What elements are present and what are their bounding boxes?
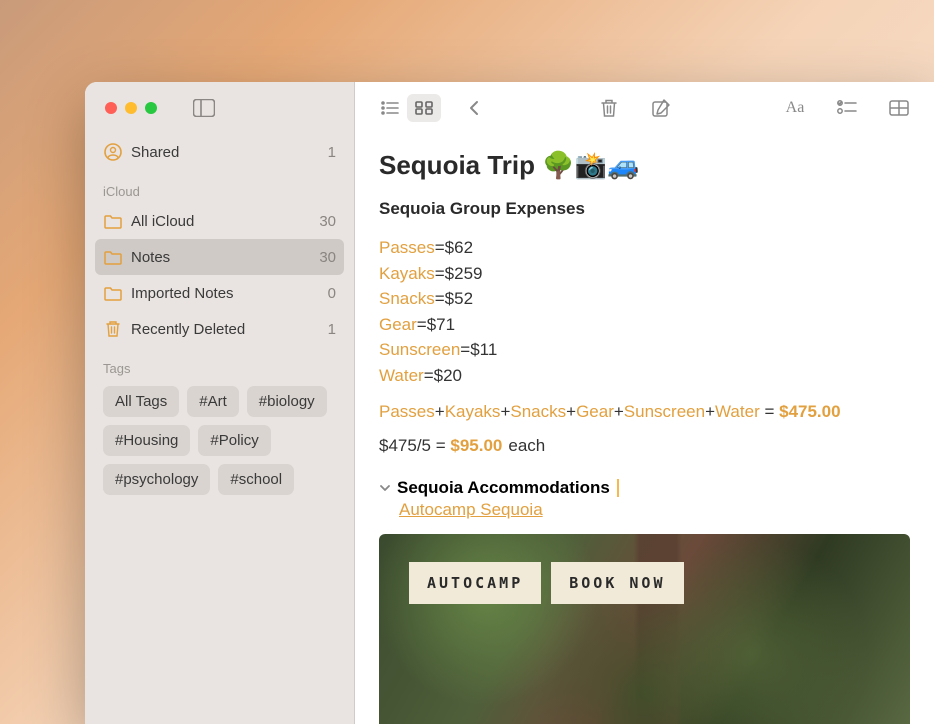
- expense-row: Snacks=$52: [379, 286, 910, 312]
- sidebar-item-shared[interactable]: Shared 1: [95, 134, 344, 170]
- sidebar-item-label: Imported Notes: [131, 285, 234, 302]
- tag-biology[interactable]: #biology: [247, 386, 327, 417]
- sidebar-item-notes[interactable]: Notes 30: [95, 239, 344, 275]
- close-button[interactable]: [105, 102, 117, 114]
- expense-row: Kayaks=$259: [379, 261, 910, 287]
- sidebar-item-count: 1: [328, 144, 336, 161]
- sidebar-item-imported-notes[interactable]: Imported Notes 0: [95, 275, 344, 311]
- note-subtitle: Sequoia Group Expenses: [379, 199, 910, 219]
- preview-book-now[interactable]: BOOK NOW: [551, 562, 683, 604]
- chevron-down-icon: [379, 483, 391, 493]
- link-preview[interactable]: AUTOCAMP BOOK NOW: [379, 534, 910, 724]
- view-mode-segment: [373, 94, 441, 122]
- tag-psychology[interactable]: #psychology: [103, 464, 210, 495]
- sidebar-item-label: Shared: [131, 144, 179, 161]
- list-view-button[interactable]: [373, 94, 407, 122]
- sidebar-item-label: Recently Deleted: [131, 321, 245, 338]
- sidebar-toggle-button[interactable]: [193, 99, 215, 117]
- preview-logo: AUTOCAMP: [409, 562, 541, 604]
- note-content[interactable]: Sequoia Trip 🌳📸🚙 Sequoia Group Expenses …: [355, 134, 934, 724]
- per-person: $475/5 = $95.00each: [379, 436, 910, 456]
- format-button[interactable]: Aa: [778, 94, 812, 122]
- sidebar-item-label: All iCloud: [131, 213, 194, 230]
- tag-all[interactable]: All Tags: [103, 386, 179, 417]
- main-area: Aa Sequoia Trip 🌳📸🚙 Sequoia Group Expens…: [355, 82, 934, 724]
- gallery-view-button[interactable]: [407, 94, 441, 122]
- autocamp-link[interactable]: Autocamp Sequoia: [399, 500, 543, 520]
- section-header-tags[interactable]: Tags: [95, 347, 344, 380]
- sidebar: Shared 1 iCloud All iCloud 30 Notes 30: [85, 82, 355, 724]
- expense-row: Sunscreen=$11: [379, 337, 910, 363]
- folder-icon: [103, 250, 123, 265]
- expense-row: Water=$20: [379, 363, 910, 389]
- sidebar-item-count: 0: [328, 285, 336, 302]
- sidebar-item-count: 30: [319, 213, 336, 230]
- trash-icon: [103, 320, 123, 338]
- traffic-lights: [105, 102, 157, 114]
- sidebar-item-count: 1: [328, 321, 336, 338]
- notes-window: Shared 1 iCloud All iCloud 30 Notes 30: [85, 82, 934, 724]
- sidebar-item-recently-deleted[interactable]: Recently Deleted 1: [95, 311, 344, 347]
- person-icon: [103, 143, 123, 161]
- accommodations-label: Sequoia Accommodations: [397, 478, 610, 498]
- sidebar-item-count: 30: [319, 249, 336, 266]
- expense-row: Passes=$62: [379, 235, 910, 261]
- table-button[interactable]: [882, 94, 916, 122]
- expense-row: Gear=$71: [379, 312, 910, 338]
- tag-housing[interactable]: #Housing: [103, 425, 190, 456]
- note-title: Sequoia Trip 🌳📸🚙: [379, 150, 910, 181]
- minimize-button[interactable]: [125, 102, 137, 114]
- sidebar-item-label: Notes: [131, 249, 170, 266]
- compose-button[interactable]: [644, 94, 678, 122]
- titlebar: [85, 82, 354, 134]
- sidebar-item-all-icloud[interactable]: All iCloud 30: [95, 203, 344, 239]
- delete-button[interactable]: [592, 94, 626, 122]
- expense-sum: Passes+Kayaks+Snacks+Gear+Sunscreen+Wate…: [379, 402, 910, 422]
- checklist-button[interactable]: [830, 94, 864, 122]
- section-header-icloud[interactable]: iCloud: [95, 170, 344, 203]
- tags-container: All Tags #Art #biology #Housing #Policy …: [95, 380, 344, 501]
- text-cursor: [617, 479, 619, 497]
- toolbar: Aa: [355, 82, 934, 134]
- folder-icon: [103, 214, 123, 229]
- tag-school[interactable]: #school: [218, 464, 294, 495]
- accommodations-header[interactable]: Sequoia Accommodations: [379, 478, 910, 498]
- tag-art[interactable]: #Art: [187, 386, 239, 417]
- folder-icon: [103, 286, 123, 301]
- maximize-button[interactable]: [145, 102, 157, 114]
- back-button[interactable]: [457, 94, 491, 122]
- tag-policy[interactable]: #Policy: [198, 425, 270, 456]
- format-icon: Aa: [786, 99, 805, 117]
